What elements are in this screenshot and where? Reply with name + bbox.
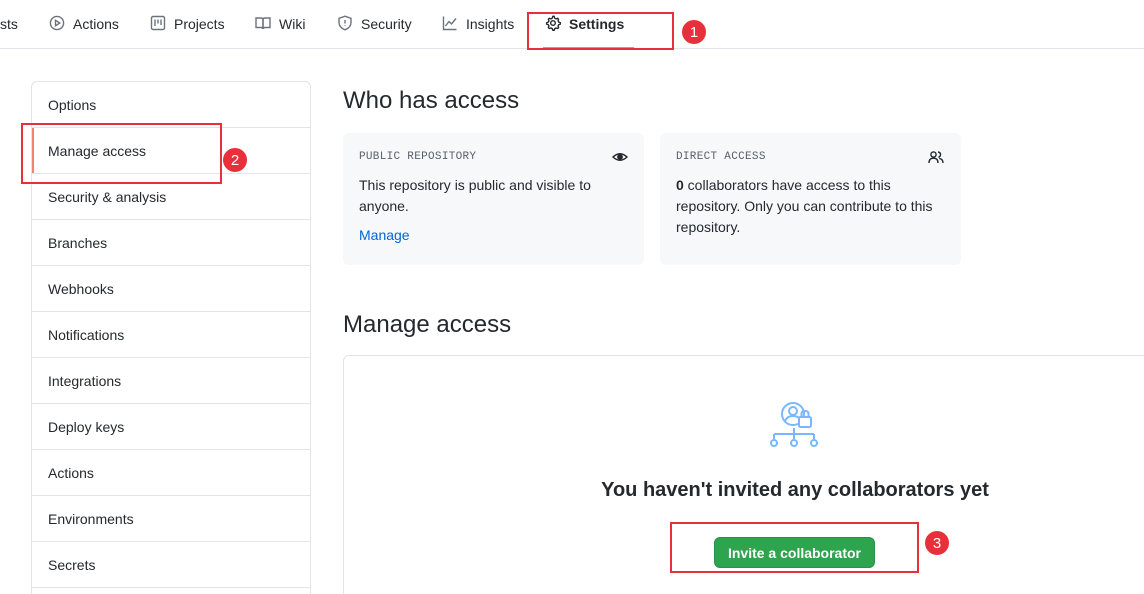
public-repository-card: PUBLIC REPOSITORY This repository is pub… (343, 133, 644, 265)
manage-access-heading: Manage access (343, 311, 512, 338)
annotation-marker-1: 1 (681, 19, 707, 45)
sidebar-item-deploy-keys[interactable]: Deploy keys (32, 404, 310, 450)
public-repository-text: This repository is public and visible to… (359, 177, 591, 214)
sidebar-item-branches[interactable]: Branches (32, 220, 310, 266)
tab-insights[interactable]: Insights (442, 0, 514, 48)
sidebar-item-secrets[interactable]: Secrets (32, 542, 310, 588)
collaborator-count: 0 (676, 177, 684, 193)
direct-access-text: 0 collaborators have access to this repo… (676, 177, 933, 235)
sidebar-item-options[interactable]: Options (32, 82, 310, 128)
play-icon (49, 15, 65, 34)
annotation-box-manage-access (21, 123, 222, 184)
tab-wiki[interactable]: Wiki (255, 0, 305, 48)
annotation-marker-2: 2 (222, 147, 248, 173)
sidebar-item-actions[interactable]: Actions (32, 450, 310, 496)
book-icon (255, 15, 271, 34)
project-board-icon (150, 15, 166, 34)
annotation-box-invite (670, 522, 919, 573)
sidebar-item-notifications[interactable]: Notifications (32, 312, 310, 358)
manage-visibility-link[interactable]: Manage (359, 227, 410, 243)
annotation-box-settings (527, 12, 674, 50)
public-repository-label: PUBLIC REPOSITORY (359, 151, 477, 163)
tab-security[interactable]: Security (337, 0, 412, 48)
who-has-access-heading: Who has access (343, 87, 520, 114)
sidebar-item-integrations[interactable]: Integrations (32, 358, 310, 404)
tab-projects[interactable]: Projects (150, 0, 225, 48)
tab-actions[interactable]: Actions (49, 0, 119, 48)
empty-state-title: You haven't invited any collaborators ye… (601, 479, 989, 501)
direct-access-label: DIRECT ACCESS (676, 151, 766, 163)
eye-icon (611, 149, 629, 168)
graph-icon (442, 15, 458, 34)
annotation-marker-3: 3 (924, 530, 950, 556)
direct-access-card: DIRECT ACCESS 0 collaborators have acces… (660, 133, 961, 265)
sidebar-item-environments[interactable]: Environments (32, 496, 310, 542)
sidebar-item-webhooks[interactable]: Webhooks (32, 266, 310, 312)
collaborators-lock-icon (770, 401, 822, 451)
tab-requests-partial[interactable]: sts (0, 0, 18, 48)
people-icon (928, 149, 944, 168)
shield-icon (337, 14, 353, 34)
